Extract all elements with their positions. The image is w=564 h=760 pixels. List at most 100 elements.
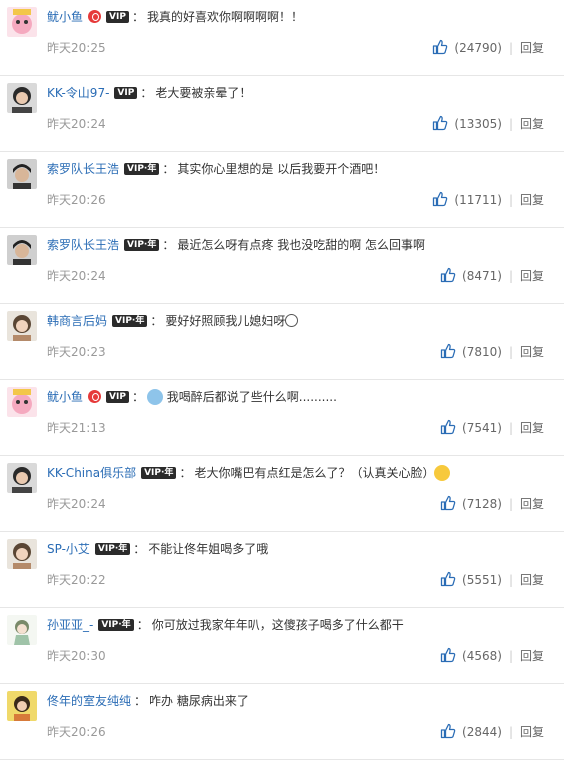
comment-actions: (24790) | 回复 <box>432 39 544 57</box>
like-icon[interactable] <box>440 723 456 739</box>
avatar[interactable] <box>7 7 37 37</box>
like-count: (7128) <box>462 497 502 511</box>
comment-item: 佟年的室友纯纯：咋办 糖尿病出来了 昨天20:26 (2844) | 回复 <box>0 684 564 760</box>
like-icon[interactable] <box>432 191 448 207</box>
like-button[interactable]: (7810) <box>440 343 502 359</box>
like-icon[interactable] <box>440 343 456 359</box>
comment-item: 鱿小鱼 VIP：我真的好喜欢你啊啊啊啊！！ 昨天20:25 (24790) | 回复 <box>0 0 564 76</box>
comment-content: 孙亚亚_- VIP·年：你可放过我家年年叭，这傻孩子喝多了什么都干 <box>47 616 556 634</box>
comment-text: 我喝醉后都说了些什么啊.......... <box>166 390 337 404</box>
comment-item: 鱿小鱼 VIP： 我喝醉后都说了些什么啊.......... 昨天21:13 (754… <box>0 380 564 456</box>
like-count: (4568) <box>462 649 502 663</box>
avatar[interactable] <box>7 387 37 417</box>
shock-emoji-icon <box>146 388 163 405</box>
like-button[interactable]: (5551) <box>440 571 502 587</box>
comment-content: 鱿小鱼 VIP：我真的好喜欢你啊啊啊啊！！ <box>47 8 556 26</box>
reply-button[interactable]: 回复 <box>520 497 544 511</box>
avatar[interactable] <box>7 463 37 493</box>
vip-badge: VIP·年 <box>141 466 177 479</box>
like-icon[interactable] <box>440 571 456 587</box>
like-icon[interactable] <box>440 419 456 435</box>
action-divider: | <box>508 649 513 663</box>
reply-button[interactable]: 回复 <box>520 193 544 207</box>
colon-separator: ： <box>162 238 175 252</box>
like-button[interactable]: (7541) <box>440 419 502 435</box>
username-link[interactable]: 索罗队长王浩 <box>47 238 119 252</box>
vip-badge: VIP <box>106 10 129 23</box>
like-button[interactable]: (8471) <box>440 267 502 283</box>
username-link[interactable]: 鱿小鱼 <box>47 390 83 404</box>
reply-button[interactable]: 回复 <box>520 345 544 359</box>
comment-item: 孙亚亚_- VIP·年：你可放过我家年年叭，这傻孩子喝多了什么都干 昨天20:30 (… <box>0 608 564 684</box>
reply-button[interactable]: 回复 <box>520 117 544 131</box>
colon-separator: ： <box>140 86 153 100</box>
like-button[interactable]: (24790) <box>432 39 502 55</box>
reply-button[interactable]: 回复 <box>520 421 544 435</box>
weibo-brand-icon <box>88 390 102 403</box>
like-icon[interactable] <box>440 647 456 663</box>
reply-button[interactable]: 回复 <box>520 649 544 663</box>
weibo-brand-icon <box>88 10 102 23</box>
like-button[interactable]: (13305) <box>432 115 502 131</box>
comment-item: SP-小艾 VIP·年：不能让佟年姐喝多了哦 昨天20:22 (5551) | 回复 <box>0 532 564 608</box>
comment-time: 昨天20:22 <box>47 573 106 587</box>
like-icon[interactable] <box>440 495 456 511</box>
smile-emoji-icon <box>285 314 299 327</box>
like-button[interactable]: (7128) <box>440 495 502 511</box>
avatar[interactable] <box>7 615 37 645</box>
like-count: (8471) <box>462 269 502 283</box>
comment-text: 不能让佟年姐喝多了哦 <box>148 542 269 556</box>
username-link[interactable]: SP-小艾 <box>47 542 90 556</box>
action-divider: | <box>508 193 513 207</box>
username-link[interactable]: KK-China俱乐部 <box>47 466 136 480</box>
comment-time: 昨天20:24 <box>47 497 106 511</box>
avatar[interactable] <box>7 159 37 189</box>
like-icon[interactable] <box>432 39 448 55</box>
colon-separator: ： <box>162 162 175 176</box>
username-link[interactable]: 韩商言后妈 <box>47 314 107 328</box>
username-link[interactable]: 孙亚亚_- <box>47 618 93 632</box>
comment-time: 昨天20:26 <box>47 193 106 207</box>
like-icon[interactable] <box>440 267 456 283</box>
comment-text: 最近怎么呀有点疼 我也没吃甜的啊 怎么回事啊 <box>177 238 426 252</box>
comment-time: 昨天20:24 <box>47 269 106 283</box>
reply-button[interactable]: 回复 <box>520 573 544 587</box>
comment-item: KK-China俱乐部 VIP·年：老大你嘴巴有点红是怎么了？（认真关心脸） 昨天2… <box>0 456 564 532</box>
comment-text: 老大要被亲晕了！ <box>155 86 252 100</box>
avatar[interactable] <box>7 691 37 721</box>
like-button[interactable]: (11711) <box>432 191 502 207</box>
like-icon[interactable] <box>432 115 448 131</box>
reply-button[interactable]: 回复 <box>520 269 544 283</box>
username-link[interactable]: 鱿小鱼 <box>47 10 83 24</box>
comment-actions: (7128) | 回复 <box>440 495 544 513</box>
action-divider: | <box>508 497 513 511</box>
comment-text: 其实你心里想的是 以后我要开个酒吧！ <box>177 162 386 176</box>
comment-content: 韩商言后妈 VIP·年：要好好照顾我儿媳妇呀 <box>47 312 556 330</box>
reply-button[interactable]: 回复 <box>520 41 544 55</box>
comment-content: 鱿小鱼 VIP： 我喝醉后都说了些什么啊.......... <box>47 388 556 406</box>
vip-badge: VIP·年 <box>98 618 134 631</box>
action-divider: | <box>508 345 513 359</box>
avatar[interactable] <box>7 311 37 341</box>
colon-separator: ： <box>131 10 144 24</box>
username-link[interactable]: KK-令山97- <box>47 86 109 100</box>
comment-content: 索罗队长王浩 VIP·年：其实你心里想的是 以后我要开个酒吧！ <box>47 160 556 178</box>
action-divider: | <box>508 269 513 283</box>
username-link[interactable]: 佟年的室友纯纯 <box>47 694 131 708</box>
comment-time: 昨天20:25 <box>47 41 106 55</box>
colon-separator: ： <box>133 542 146 556</box>
comment-item: KK-令山97- VIP：老大要被亲晕了！ 昨天20:24 (13305) | 回复 <box>0 76 564 152</box>
comment-content: 索罗队长王浩 VIP·年：最近怎么呀有点疼 我也没吃甜的啊 怎么回事啊 <box>47 236 556 254</box>
username-link[interactable]: 索罗队长王浩 <box>47 162 119 176</box>
avatar[interactable] <box>7 83 37 113</box>
like-count: (7810) <box>462 345 502 359</box>
like-button[interactable]: (4568) <box>440 647 502 663</box>
comment-actions: (11711) | 回复 <box>432 191 544 209</box>
comment-actions: (4568) | 回复 <box>440 647 544 665</box>
comment-content: SP-小艾 VIP·年：不能让佟年姐喝多了哦 <box>47 540 556 558</box>
comment-item: 索罗队长王浩 VIP·年：其实你心里想的是 以后我要开个酒吧！ 昨天20:26 (11… <box>0 152 564 228</box>
colon-separator: ： <box>134 694 147 708</box>
avatar[interactable] <box>7 235 37 265</box>
comment-text: 老大你嘴巴有点红是怎么了？（认真关心脸） <box>194 466 435 480</box>
avatar[interactable] <box>7 539 37 569</box>
